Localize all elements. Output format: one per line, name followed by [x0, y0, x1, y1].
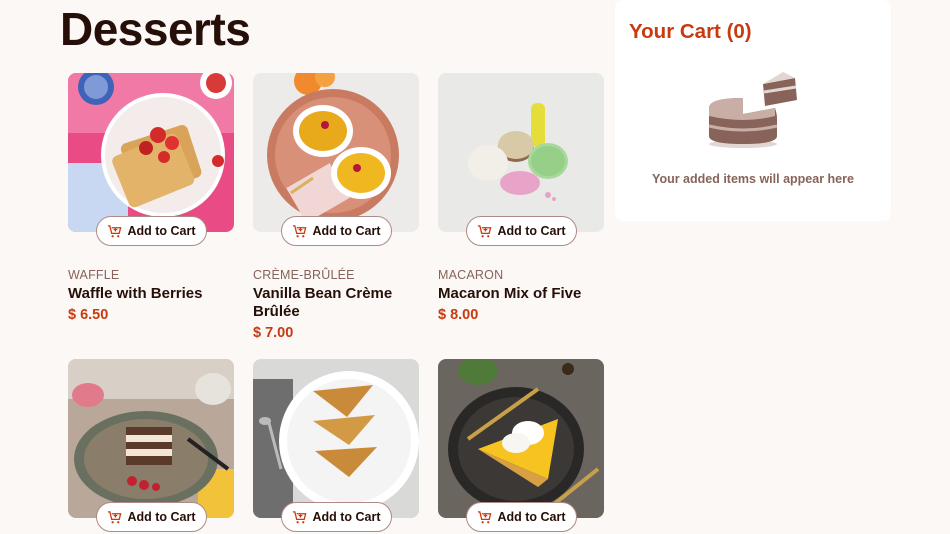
- product-card-waffle: Add to Cart Waffle Waffle with Berries $…: [68, 73, 234, 323]
- product-image-baklava[interactable]: [253, 359, 419, 518]
- product-card-creme-brulee: Add to Cart Crème-Brûlée Vanilla Bean Cr…: [253, 73, 419, 341]
- product-price: $ 7.00: [253, 325, 294, 341]
- product-category: Crème-Brûlée: [253, 268, 355, 282]
- product-card-tiramisu: Add to Cart: [68, 359, 234, 532]
- add-to-cart-label: Add to Cart: [312, 510, 381, 524]
- product-name: Waffle with Berries: [68, 285, 203, 302]
- add-to-cart-label: Add to Cart: [497, 224, 566, 238]
- add-to-cart-label: Add to Cart: [312, 224, 381, 238]
- product-price: $ 6.50: [68, 307, 109, 323]
- product-image-lemon-pie[interactable]: [438, 359, 604, 518]
- product-name: Macaron Mix of Five: [438, 285, 582, 302]
- cart-title: Your Cart (0): [629, 20, 752, 43]
- cart-plus-icon: [293, 224, 307, 237]
- cart-plus-icon: [478, 224, 492, 237]
- product-price: $ 8.00: [438, 307, 479, 323]
- product-image-creme-brulee[interactable]: [253, 73, 419, 232]
- product-card-lemon-pie: Add to Cart: [438, 359, 604, 532]
- product-image-tiramisu[interactable]: [68, 359, 234, 518]
- add-to-cart-label: Add to Cart: [127, 510, 196, 524]
- product-category: Waffle: [68, 268, 120, 282]
- add-to-cart-label: Add to Cart: [127, 224, 196, 238]
- add-to-cart-label: Add to Cart: [497, 510, 566, 524]
- product-card-macaron: Add to Cart Macaron Macaron Mix of Five …: [438, 73, 604, 323]
- cart-plus-icon: [293, 510, 307, 523]
- add-to-cart-button[interactable]: Add to Cart: [281, 216, 392, 246]
- cart-plus-icon: [478, 510, 492, 523]
- product-image-waffle[interactable]: [68, 73, 234, 232]
- add-to-cart-button[interactable]: Add to Cart: [96, 502, 207, 532]
- product-grid: Add to Cart Waffle Waffle with Berries $…: [68, 73, 608, 534]
- cart-plus-icon: [108, 224, 122, 237]
- cart-plus-icon: [108, 510, 122, 523]
- add-to-cart-button[interactable]: Add to Cart: [96, 216, 207, 246]
- empty-cart-cake-icon: [708, 72, 797, 148]
- product-name: Vanilla Bean Crème Brûlée: [253, 285, 393, 320]
- cart-panel: Your Cart (0) Your added items will appe…: [615, 0, 891, 221]
- cart-empty-message: Your added items will appear here: [652, 172, 854, 186]
- product-card-baklava: Add to Cart: [253, 359, 419, 532]
- product-category: Macaron: [438, 268, 504, 282]
- page-title: Desserts: [60, 3, 251, 55]
- add-to-cart-button[interactable]: Add to Cart: [281, 502, 392, 532]
- add-to-cart-button[interactable]: Add to Cart: [466, 502, 577, 532]
- add-to-cart-button[interactable]: Add to Cart: [466, 216, 577, 246]
- product-image-macaron[interactable]: [438, 73, 604, 232]
